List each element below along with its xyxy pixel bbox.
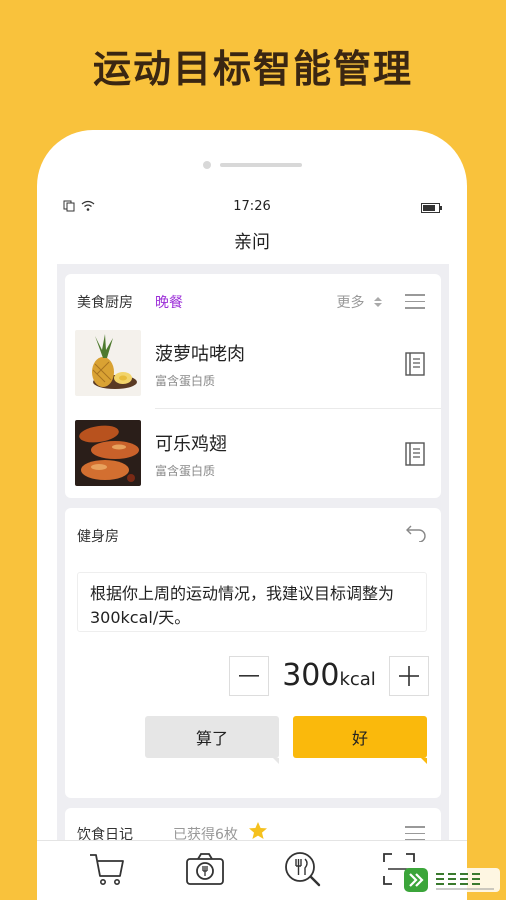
tab-cart[interactable] <box>85 847 129 891</box>
meal-tag[interactable]: 晚餐 <box>155 292 183 312</box>
feed-content[interactable]: 美食厨房 晚餐 更多 菠萝咕咾肉 富含蛋白质 可乐鸡翅 富含蛋白质 健身房 根据… <box>57 264 449 868</box>
cart-icon <box>90 854 124 885</box>
more-button[interactable]: 更多 <box>337 292 383 312</box>
chicken-wings-photo <box>75 420 141 486</box>
promo-headline: 运动目标智能管理 <box>92 47 413 91</box>
tab-camera[interactable] <box>183 847 227 891</box>
dish-name: 菠萝咕咾肉 <box>155 344 245 365</box>
undo-icon[interactable] <box>405 522 427 542</box>
sort-icon <box>374 297 382 307</box>
kitchen-card: 美食厨房 晚餐 更多 菠萝咕咾肉 富含蛋白质 可乐鸡翅 富含蛋白质 <box>65 274 441 498</box>
status-bar: 17:26 <box>57 198 447 218</box>
status-time: 17:26 <box>233 199 271 214</box>
page-title: 亲问 <box>234 232 270 253</box>
plus-icon <box>399 666 419 686</box>
menu-icon[interactable] <box>405 294 425 309</box>
calorie-number: 300 <box>282 658 340 693</box>
dish-item[interactable]: 菠萝咕咾肉 富含蛋白质 <box>75 330 441 398</box>
calorie-value: 300kcal <box>269 658 389 693</box>
calorie-stepper: 300kcal <box>229 656 429 698</box>
battery-icon <box>421 203 442 213</box>
goal-suggestion: 根据你上周的运动情况，我建议目标调整为300kcal/天。 <box>77 572 427 632</box>
divider <box>155 408 441 409</box>
tab-food-search[interactable] <box>281 847 325 891</box>
dish-subtitle: 富含蛋白质 <box>155 464 216 478</box>
dish-name: 可乐鸡翅 <box>155 434 227 455</box>
recipe-book-icon[interactable] <box>405 352 425 376</box>
dish-subtitle: 富含蛋白质 <box>155 374 216 388</box>
speaker-grille <box>220 163 302 167</box>
recipe-book-icon[interactable] <box>405 442 425 466</box>
kitchen-title: 美食厨房 <box>77 295 133 311</box>
camera-icon <box>186 853 224 885</box>
pineapple-photo <box>75 330 141 396</box>
gym-title: 健身房 <box>77 529 119 545</box>
watermark-logo <box>404 866 500 894</box>
calorie-unit: kcal <box>339 669 376 690</box>
tab-bar <box>37 840 467 900</box>
decrease-button[interactable] <box>229 656 269 696</box>
minus-icon <box>239 675 259 677</box>
cancel-button[interactable]: 算了 <box>145 716 279 764</box>
phone-frame: 17:26 亲问 美食厨房 晚餐 更多 菠萝咕咾肉 富含蛋白质 可乐鸡翅 富含蛋… <box>37 130 467 900</box>
menu-icon[interactable] <box>405 826 425 841</box>
ok-button[interactable]: 好 <box>293 716 427 764</box>
gym-card: 健身房 根据你上周的运动情况，我建议目标调整为300kcal/天。 300kca… <box>65 508 441 798</box>
camera-dot <box>203 161 211 169</box>
dish-item[interactable]: 可乐鸡翅 富含蛋白质 <box>75 420 441 488</box>
food-search-icon <box>285 852 321 887</box>
more-label: 更多 <box>336 295 365 311</box>
increase-button[interactable] <box>389 656 429 696</box>
star-badge-icon <box>249 822 267 839</box>
